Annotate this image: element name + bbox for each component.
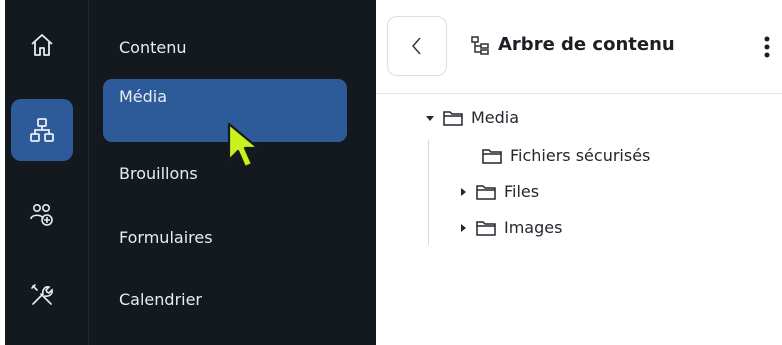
tree-structure-icon xyxy=(470,35,490,55)
rail-users-button[interactable] xyxy=(11,184,73,246)
tree-node-label: Media xyxy=(471,108,520,127)
tree-guide-line xyxy=(428,140,429,245)
folder-icon xyxy=(476,184,496,200)
more-options-icon[interactable] xyxy=(764,35,770,59)
tree-node-media[interactable]: Media xyxy=(425,108,519,127)
caret-right-icon[interactable] xyxy=(458,223,468,233)
folder-icon xyxy=(443,110,463,126)
folder-icon xyxy=(482,148,502,164)
rail-home-button[interactable] xyxy=(11,14,73,76)
caret-right-icon[interactable] xyxy=(458,187,468,197)
users-add-icon xyxy=(29,202,55,228)
nav-item-label: Calendrier xyxy=(119,289,203,309)
tree-node-label: Fichiers sécurisés xyxy=(510,146,651,165)
home-icon xyxy=(29,32,55,58)
nav-item-calendrier[interactable]: Calendrier xyxy=(103,268,347,330)
rail-tools-button[interactable] xyxy=(11,264,73,326)
tree-node-fichiers-securises[interactable]: Fichiers sécurisés xyxy=(482,146,650,165)
tree-node-images[interactable]: Images xyxy=(458,218,562,237)
page-title: Arbre de contenu xyxy=(470,34,675,55)
nav-item-label: Brouillons xyxy=(119,163,198,183)
header-divider xyxy=(376,93,782,94)
page-title-text: Arbre de contenu xyxy=(498,34,675,55)
nav-item-label: Contenu xyxy=(119,37,187,57)
tools-icon xyxy=(29,282,55,308)
content-tree-panel: Arbre de contenu Media Fichiers sécurisé… xyxy=(376,0,782,345)
nav-item-label: Formulaires xyxy=(119,227,213,247)
mouse-pointer-icon xyxy=(225,120,265,174)
tree-node-label: Images xyxy=(504,218,563,237)
nav-item-contenu[interactable]: Contenu xyxy=(103,16,347,78)
nav-item-formulaires[interactable]: Formulaires xyxy=(103,206,347,268)
chevron-left-icon xyxy=(410,35,424,57)
folder-icon xyxy=(476,220,496,236)
sitemap-icon xyxy=(29,117,55,143)
back-button[interactable] xyxy=(387,16,447,76)
tree-node-files[interactable]: Files xyxy=(458,182,539,201)
icon-rail xyxy=(5,0,88,345)
app-frame: Contenu Média Brouillons Formulaires Cal… xyxy=(0,0,782,345)
nav-item-label: Média xyxy=(119,87,168,106)
caret-down-icon[interactable] xyxy=(425,113,435,123)
rail-structure-button[interactable] xyxy=(11,99,73,161)
tree-node-label: Files xyxy=(504,182,540,201)
